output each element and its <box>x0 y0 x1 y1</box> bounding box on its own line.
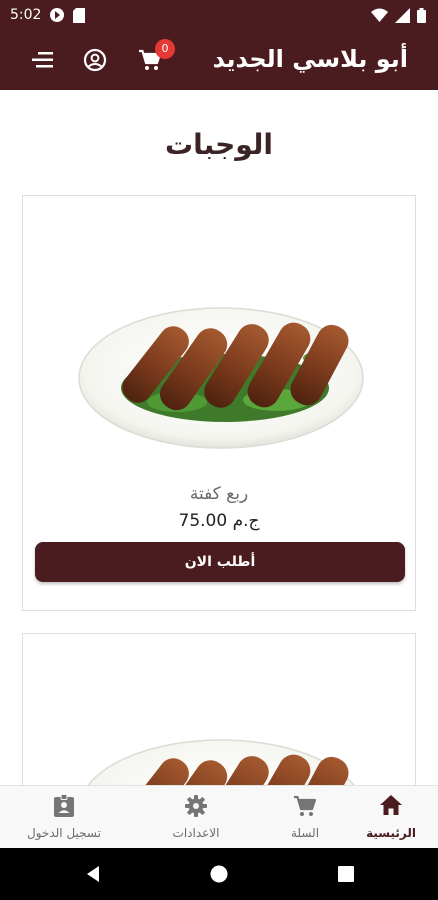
app-title: أبو بلاسي الجديد <box>212 45 408 73</box>
battery-icon <box>417 7 426 23</box>
back-icon[interactable] <box>83 864 103 884</box>
signal-icon <box>395 7 410 23</box>
product-card[interactable]: ربع كفتة ج.م 75.00 أطلب الان <box>22 195 416 611</box>
nav-item-settings[interactable]: الاعدادات <box>141 786 251 849</box>
login-badge-icon <box>9 794 119 818</box>
product-image[interactable] <box>77 292 367 456</box>
wifi-icon <box>371 8 388 22</box>
status-bar: 5:02 <box>0 0 438 30</box>
system-nav-bar <box>0 848 438 900</box>
nav-item-label: الاعدادات <box>172 826 220 840</box>
recents-icon[interactable] <box>336 864 356 884</box>
order-now-button[interactable]: أطلب الان <box>35 542 405 582</box>
status-right <box>371 7 426 23</box>
media-icon <box>49 7 65 23</box>
product-name: ربع كفتة <box>189 484 249 504</box>
product-price: ج.م 75.00 <box>178 511 260 531</box>
status-time: 5:02 <box>10 7 42 23</box>
product-card[interactable] <box>22 633 416 785</box>
cart-icon <box>250 794 360 818</box>
nav-item-label: السلة <box>290 826 320 840</box>
main-content[interactable]: الوجبات ربع كفتة ج.م 75.00 أطلب الان <box>0 90 438 785</box>
bottom-nav: الرئيسية السلة الاعدادات تسجيل الدخول <box>0 785 438 848</box>
gear-icon <box>141 794 251 818</box>
account-icon[interactable] <box>81 46 109 74</box>
cart-count-badge: 0 <box>155 39 175 59</box>
nav-item-cart[interactable]: السلة <box>250 786 360 849</box>
app-bar: أبو بلاسي الجديد <box>0 30 438 90</box>
sd-card-icon <box>73 7 86 23</box>
status-left: 5:02 <box>10 7 86 23</box>
home-circle-icon[interactable] <box>209 864 229 884</box>
nav-item-label: تسجيل الدخول <box>27 826 101 840</box>
menu-icon[interactable] <box>29 46 57 74</box>
section-title: الوجبات <box>165 128 273 161</box>
nav-item-login[interactable]: تسجيل الدخول <box>9 786 119 849</box>
product-image[interactable] <box>77 724 367 785</box>
